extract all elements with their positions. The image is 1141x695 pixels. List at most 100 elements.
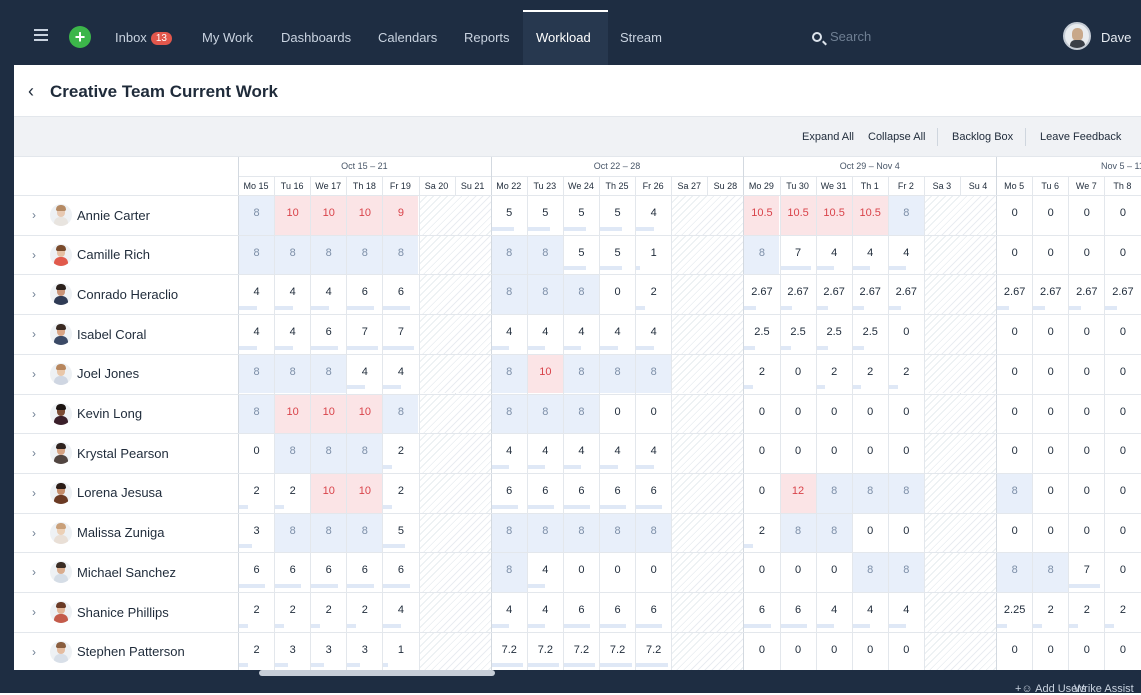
- workload-cell[interactable]: 0: [997, 355, 1032, 394]
- back-chevron-icon[interactable]: ‹: [28, 82, 34, 100]
- workload-cell[interactable]: 2: [817, 355, 852, 394]
- workload-cell[interactable]: 8: [492, 236, 527, 275]
- add-button[interactable]: +: [69, 26, 91, 48]
- workload-cell[interactable]: 8: [564, 275, 599, 314]
- workload-cell[interactable]: 8: [239, 196, 274, 235]
- workload-cell[interactable]: 4: [564, 434, 599, 473]
- nav-my-work[interactable]: My Work: [202, 30, 253, 45]
- workload-cell[interactable]: 8: [275, 355, 310, 394]
- workload-cell[interactable]: 2: [275, 593, 310, 632]
- workload-cell[interactable]: 7: [383, 315, 418, 354]
- workload-cell[interactable]: 10: [347, 474, 382, 513]
- workload-cell[interactable]: 2: [383, 474, 418, 513]
- expand-chevron-icon[interactable]: ›: [32, 208, 36, 222]
- expand-chevron-icon[interactable]: ›: [32, 327, 36, 341]
- workload-cell[interactable]: 0: [1105, 196, 1140, 235]
- workload-cell[interactable]: 4: [853, 236, 888, 275]
- workload-cell[interactable]: 8: [564, 514, 599, 553]
- workload-cell[interactable]: 8: [275, 514, 310, 553]
- workload-cell[interactable]: 6: [347, 275, 382, 314]
- workload-cell[interactable]: 0: [889, 514, 924, 553]
- expand-chevron-icon[interactable]: ›: [32, 367, 36, 381]
- expand-chevron-icon[interactable]: ›: [32, 645, 36, 659]
- workload-cell[interactable]: 6: [600, 474, 635, 513]
- workload-cell[interactable]: 4: [239, 315, 274, 354]
- workload-cell[interactable]: 0: [744, 434, 779, 473]
- workload-cell[interactable]: 2: [239, 633, 274, 670]
- workload-cell[interactable]: 4: [528, 593, 563, 632]
- workload-cell[interactable]: 0: [1033, 434, 1068, 473]
- workload-cell[interactable]: 8: [600, 355, 635, 394]
- workload-cell[interactable]: 8: [528, 395, 563, 434]
- workload-cell[interactable]: 5: [564, 236, 599, 275]
- workload-cell[interactable]: 0: [1033, 196, 1068, 235]
- workload-cell[interactable]: 0: [853, 395, 888, 434]
- expand-all-button[interactable]: Expand All: [802, 131, 854, 143]
- workload-cell[interactable]: 7.2: [600, 633, 635, 670]
- workload-cell[interactable]: 3: [347, 633, 382, 670]
- person-row-header[interactable]: ›Krystal Pearson: [14, 433, 238, 473]
- person-row-header[interactable]: ›Isabel Coral: [14, 314, 238, 354]
- workload-cell[interactable]: 0: [997, 196, 1032, 235]
- workload-cell[interactable]: 0: [1033, 236, 1068, 275]
- workload-cell[interactable]: 4: [311, 275, 346, 314]
- workload-cell[interactable]: 5: [492, 196, 527, 235]
- workload-cell[interactable]: 6: [564, 474, 599, 513]
- workload-cell[interactable]: 0: [1105, 633, 1140, 670]
- workload-cell[interactable]: 8: [564, 355, 599, 394]
- workload-cell[interactable]: 8: [889, 196, 924, 235]
- workload-cell[interactable]: 5: [600, 196, 635, 235]
- workload-cell[interactable]: 10: [347, 196, 382, 235]
- wrike-assist-button[interactable]: Wrike Assist: [1074, 683, 1134, 695]
- workload-cell[interactable]: 2.25: [997, 593, 1032, 632]
- workload-cell[interactable]: 1: [636, 236, 671, 275]
- workload-cell[interactable]: 10: [275, 395, 310, 434]
- workload-cell[interactable]: 10.5: [744, 196, 779, 235]
- workload-cell[interactable]: 8: [275, 434, 310, 473]
- workload-cell[interactable]: 10.5: [781, 196, 816, 235]
- backlog-box-button[interactable]: Backlog Box: [952, 131, 1013, 143]
- workload-cell[interactable]: 2: [889, 355, 924, 394]
- workload-cell[interactable]: 4: [275, 315, 310, 354]
- workload-cell[interactable]: 10: [528, 355, 563, 394]
- workload-cell[interactable]: 8: [636, 355, 671, 394]
- expand-chevron-icon[interactable]: ›: [32, 248, 36, 262]
- leave-feedback-link[interactable]: Leave Feedback: [1040, 131, 1121, 143]
- workload-cell[interactable]: 0: [889, 633, 924, 670]
- workload-cell[interactable]: 8: [492, 514, 527, 553]
- workload-cell[interactable]: 6: [744, 593, 779, 632]
- workload-cell[interactable]: 0: [1033, 514, 1068, 553]
- workload-cell[interactable]: 4: [383, 593, 418, 632]
- workload-cell[interactable]: 10: [275, 196, 310, 235]
- workload-cell[interactable]: 0: [817, 633, 852, 670]
- workload-cell[interactable]: 0: [1033, 355, 1068, 394]
- workload-cell[interactable]: 8: [347, 236, 382, 275]
- workload-cell[interactable]: 6: [528, 474, 563, 513]
- person-row-header[interactable]: ›Lorena Jesusa: [14, 473, 238, 513]
- workload-cell[interactable]: 6: [311, 315, 346, 354]
- workload-cell[interactable]: 2.5: [781, 315, 816, 354]
- workload-cell[interactable]: 8: [492, 275, 527, 314]
- workload-cell[interactable]: 4: [889, 236, 924, 275]
- workload-cell[interactable]: 2.67: [1105, 275, 1140, 314]
- workload-cell[interactable]: 9: [383, 196, 418, 235]
- workload-cell[interactable]: 8: [383, 236, 418, 275]
- workload-cell[interactable]: 0: [997, 633, 1032, 670]
- workload-cell[interactable]: 8: [275, 236, 310, 275]
- workload-cell[interactable]: 0: [1105, 434, 1140, 473]
- workload-cell[interactable]: 0: [997, 315, 1032, 354]
- expand-chevron-icon[interactable]: ›: [32, 605, 36, 619]
- person-row-header[interactable]: ›Malissa Zuniga: [14, 513, 238, 553]
- person-row-header[interactable]: ›Shanice Phillips: [14, 592, 238, 632]
- workload-cell[interactable]: 0: [600, 553, 635, 592]
- workload-cell[interactable]: 8: [853, 553, 888, 592]
- workload-cell[interactable]: 5: [383, 514, 418, 553]
- workload-cell[interactable]: 7.2: [636, 633, 671, 670]
- workload-cell[interactable]: 0: [817, 553, 852, 592]
- workload-cell[interactable]: 5: [600, 236, 635, 275]
- workload-cell[interactable]: 0: [781, 395, 816, 434]
- expand-chevron-icon[interactable]: ›: [32, 446, 36, 460]
- workload-cell[interactable]: 0: [1069, 315, 1104, 354]
- horizontal-scrollbar[interactable]: [259, 670, 495, 676]
- workload-cell[interactable]: 0: [1069, 434, 1104, 473]
